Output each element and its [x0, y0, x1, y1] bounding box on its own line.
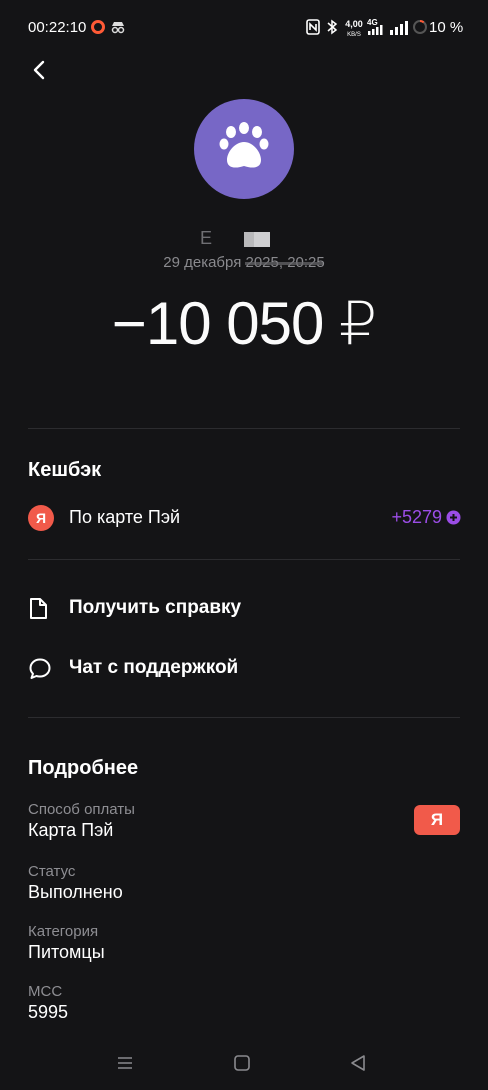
battery-ring-icon: [413, 20, 427, 34]
plus-points-icon: [446, 510, 461, 525]
nav-back-icon[interactable]: [349, 1054, 367, 1072]
divider: [28, 428, 460, 429]
status-label: Статус: [28, 863, 76, 880]
system-navigation-bar: [0, 1040, 488, 1090]
payment-method-value: Карта Пэй: [28, 820, 114, 840]
signal-icon: [368, 25, 383, 35]
net-speed-value: 4,00: [345, 19, 363, 29]
category-label: Категория: [28, 923, 99, 940]
yandex-logo-badge: Я: [28, 505, 54, 531]
incognito-icon: [111, 22, 125, 34]
transaction-amount: −10 050 ₽: [111, 290, 377, 357]
payment-card-badge: Я: [414, 805, 460, 835]
record-icon: [91, 20, 105, 34]
cashback-amount: +5279: [391, 507, 442, 527]
status-value: Выполнено: [28, 882, 123, 902]
paw-icon: [219, 122, 269, 168]
get-certificate-button[interactable]: Получить справку: [28, 589, 460, 629]
redacted-name-block-2: [244, 232, 254, 247]
merchant-name: E: [200, 228, 213, 248]
category-value: Питомцы: [28, 942, 105, 962]
transaction-date: 29 декабря 2025, 20:25: [163, 254, 325, 271]
signal-icon-2: [390, 21, 408, 35]
divider: [28, 559, 460, 560]
redacted-date-mark: [245, 262, 323, 265]
recent-apps-icon[interactable]: [116, 1054, 134, 1072]
cashback-card-label: По карте Пэй: [69, 507, 181, 527]
battery-percent: 10 %: [429, 19, 464, 36]
back-button[interactable]: [22, 52, 58, 88]
net-speed: 4,00 KB/S: [343, 19, 365, 39]
transaction-details-screen: 00:22:10 4,00 KB/S 4G 10 % E 29 декабря …: [0, 0, 488, 1090]
merchant-avatar: [194, 99, 294, 199]
support-chat-button[interactable]: Чат с поддержкой: [28, 649, 460, 689]
mcc-label: МСС: [28, 983, 63, 1000]
bluetooth-icon: [327, 19, 338, 35]
get-certificate-label: Получить справку: [69, 597, 242, 618]
status-bar: 00:22:10 4,00 KB/S 4G 10 %: [0, 0, 488, 56]
chat-bubble-icon: [29, 658, 51, 679]
divider: [28, 717, 460, 718]
document-icon: [30, 598, 47, 619]
cashback-title: Кешбэк: [28, 459, 102, 481]
home-icon[interactable]: [233, 1054, 251, 1072]
payment-method-label: Способ оплаты: [28, 801, 135, 818]
mcc-value: 5995: [28, 1002, 69, 1022]
nfc-icon: [306, 19, 320, 35]
status-time: 00:22:10: [28, 19, 87, 36]
support-chat-label: Чат с поддержкой: [69, 657, 239, 678]
chevron-left-icon: [33, 60, 45, 80]
net-speed-unit: KB/S: [347, 32, 361, 38]
details-title: Подробнее: [28, 757, 139, 779]
